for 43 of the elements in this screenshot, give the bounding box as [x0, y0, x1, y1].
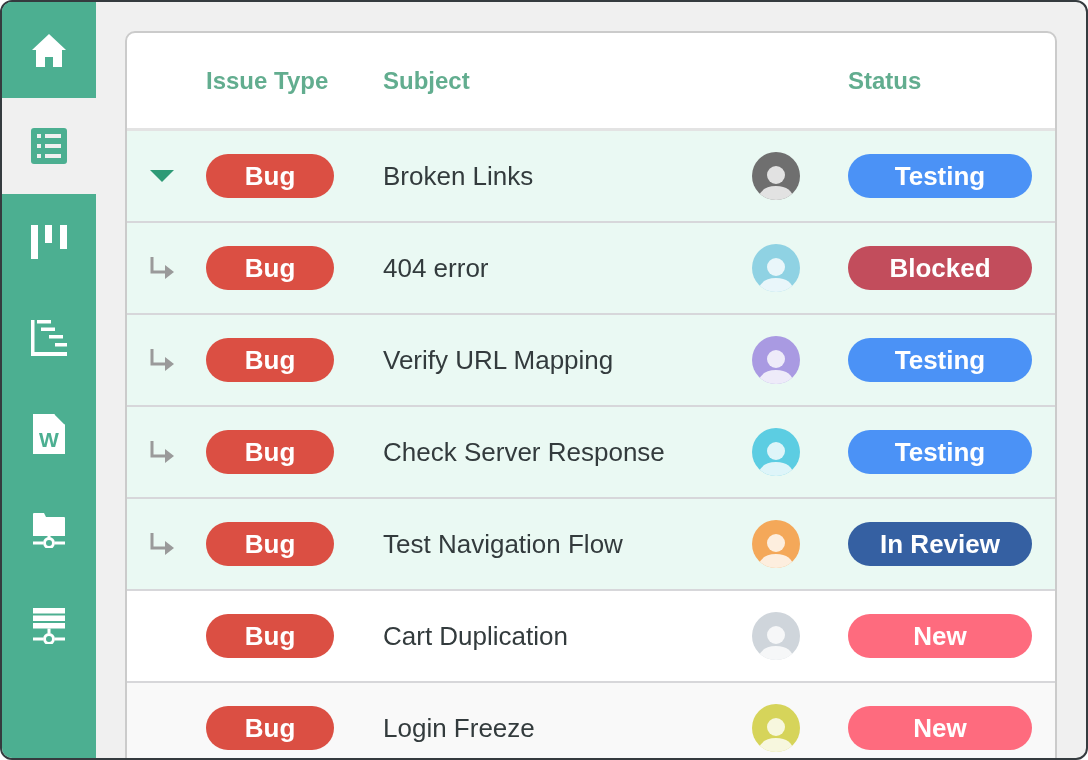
table-row[interactable]: Bug 404 error Blocked	[127, 223, 1055, 315]
issue-subject: Check Server Response	[383, 435, 665, 469]
home-icon	[31, 33, 67, 67]
column-header: Subject	[383, 65, 470, 96]
issue-subject: Broken Links	[383, 159, 534, 193]
status-badge: New	[848, 706, 1032, 750]
corner-arrow-icon	[150, 257, 174, 279]
status-badge: Blocked	[848, 246, 1032, 290]
board-columns-icon	[31, 225, 67, 259]
corner-arrow-icon	[150, 349, 174, 371]
nav-button[interactable]	[2, 98, 96, 194]
column-header: Issue Type	[206, 65, 329, 96]
network-server-icon	[33, 608, 65, 644]
caret-down-icon[interactable]	[150, 170, 174, 182]
issue-subject: Verify URL Mapping	[383, 343, 614, 377]
status-badge: Testing	[848, 154, 1032, 198]
list-icon	[31, 128, 67, 164]
issue-type-badge: Bug	[206, 338, 334, 382]
status-badge: Testing	[848, 338, 1032, 382]
table-row[interactable]: Bug Broken Links Testing	[127, 131, 1055, 223]
issue-subject: 404 error	[383, 251, 489, 285]
status-badge: In Review	[848, 522, 1032, 566]
issue-type-badge: Bug	[206, 246, 334, 290]
issue-type-badge: Bug	[206, 706, 334, 750]
gantt-chart-icon	[31, 320, 67, 356]
table-row[interactable]: Bug Test Navigation Flow In Review	[127, 499, 1055, 591]
issue-type-badge: Bug	[206, 154, 334, 198]
issue-type-badge: Bug	[206, 522, 334, 566]
document-icon: W	[33, 414, 65, 454]
corner-arrow-icon	[150, 533, 174, 555]
status-badge: Testing	[848, 430, 1032, 474]
issue-subject: Login Freeze	[383, 711, 535, 745]
corner-arrow-icon	[150, 441, 174, 463]
issue-type-badge: Bug	[206, 430, 334, 474]
issue-subject: Cart Duplication	[383, 619, 568, 653]
issue-subject: Test Navigation Flow	[383, 527, 623, 561]
table-row[interactable]: Bug Login Freeze New	[127, 683, 1055, 758]
table-row[interactable]: Bug Verify URL Mapping Testing	[127, 315, 1055, 407]
network-folder-icon	[33, 512, 65, 548]
table-row[interactable]: Bug Check Server Response Testing	[127, 407, 1055, 499]
column-header: Status	[848, 65, 922, 96]
status-badge: New	[848, 614, 1032, 658]
issue-type-badge: Bug	[206, 614, 334, 658]
